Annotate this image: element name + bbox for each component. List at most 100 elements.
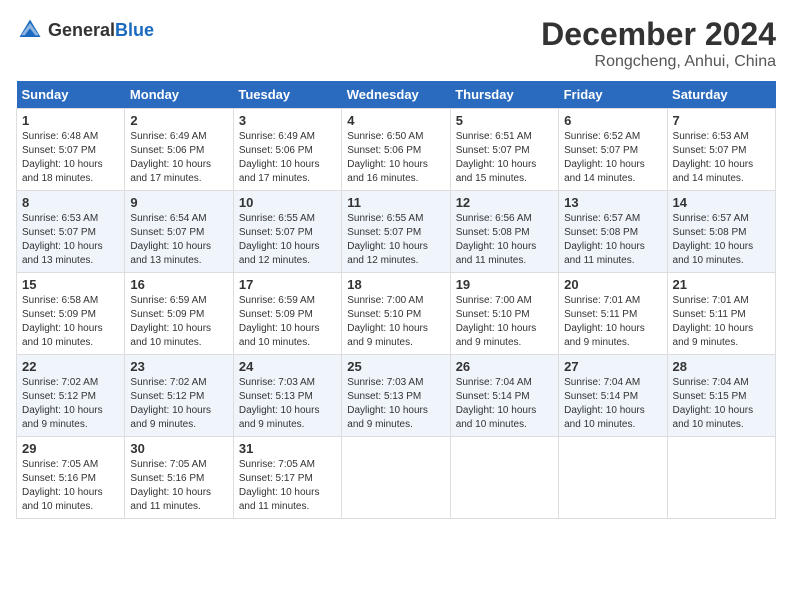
day-number: 13 [564,195,661,210]
calendar-cell: 8Sunrise: 6:53 AM Sunset: 5:07 PM Daylig… [17,191,125,273]
calendar-cell: 26 Sunrise: 7:04 AM Sunset: 5:14 PM Dayli… [450,355,558,437]
calendar-cell: 1 Sunrise: 6:48 AM Sunset: 5:07 PM Daylig… [17,109,125,191]
calendar-cell: 14 Sunrise: 6:57 AM Sunset: 5:08 PM Dayli… [667,191,775,273]
title-block: December 2024 Rongcheng, Anhui, China [541,16,776,71]
day-number: 26 [456,359,553,374]
cell-sun-info: Sunrise: 6:53 AM Sunset: 5:07 PM Dayligh… [673,130,770,186]
calendar-cell: 9 Sunrise: 6:54 AM Sunset: 5:07 PM Daylig… [125,191,233,273]
cell-sun-info: Sunrise: 6:51 AM Sunset: 5:07 PM Dayligh… [456,130,553,186]
day-number: 10 [239,195,336,210]
cell-sun-info: Sunrise: 7:00 AM Sunset: 5:10 PM Dayligh… [347,294,444,350]
day-number: 19 [456,277,553,292]
calendar-header-row: SundayMondayTuesdayWednesdayThursdayFrid… [17,81,776,109]
day-number: 9 [130,195,227,210]
logo-blue-text: Blue [115,20,154,40]
cell-sun-info: Sunrise: 6:52 AM Sunset: 5:07 PM Dayligh… [564,130,661,186]
day-number: 8 [22,195,119,210]
calendar-cell: 12 Sunrise: 6:56 AM Sunset: 5:08 PM Dayli… [450,191,558,273]
calendar-cell: 6 Sunrise: 6:52 AM Sunset: 5:07 PM Daylig… [559,109,667,191]
cell-sun-info: Sunrise: 6:49 AM Sunset: 5:06 PM Dayligh… [239,130,336,186]
day-number: 14 [673,195,770,210]
column-header-friday: Friday [559,81,667,109]
column-header-saturday: Saturday [667,81,775,109]
calendar-cell: 18 Sunrise: 7:00 AM Sunset: 5:10 PM Dayli… [342,273,450,355]
cell-sun-info: Sunrise: 6:55 AM Sunset: 5:07 PM Dayligh… [239,212,336,268]
cell-sun-info: Sunrise: 7:05 AM Sunset: 5:16 PM Dayligh… [130,458,227,514]
cell-sun-info: Sunrise: 7:02 AM Sunset: 5:12 PM Dayligh… [130,376,227,432]
calendar-cell: 13Sunrise: 6:57 AM Sunset: 5:08 PM Dayli… [559,191,667,273]
cell-sun-info: Sunrise: 6:59 AM Sunset: 5:09 PM Dayligh… [239,294,336,350]
day-number: 12 [456,195,553,210]
calendar-cell: 21Sunrise: 7:01 AM Sunset: 5:11 PM Dayli… [667,273,775,355]
calendar-cell: 28Sunrise: 7:04 AM Sunset: 5:15 PM Dayli… [667,355,775,437]
calendar-cell: 2 Sunrise: 6:49 AM Sunset: 5:06 PM Daylig… [125,109,233,191]
day-number: 5 [456,113,553,128]
calendar-cell: 7 Sunrise: 6:53 AM Sunset: 5:07 PM Daylig… [667,109,775,191]
calendar-cell [342,437,450,519]
cell-sun-info: Sunrise: 7:00 AM Sunset: 5:10 PM Dayligh… [456,294,553,350]
cell-sun-info: Sunrise: 6:59 AM Sunset: 5:09 PM Dayligh… [130,294,227,350]
calendar-week-row: 8Sunrise: 6:53 AM Sunset: 5:07 PM Daylig… [17,191,776,273]
cell-sun-info: Sunrise: 7:05 AM Sunset: 5:17 PM Dayligh… [239,458,336,514]
cell-sun-info: Sunrise: 7:03 AM Sunset: 5:13 PM Dayligh… [347,376,444,432]
calendar-week-row: 1 Sunrise: 6:48 AM Sunset: 5:07 PM Daylig… [17,109,776,191]
cell-sun-info: Sunrise: 7:03 AM Sunset: 5:13 PM Dayligh… [239,376,336,432]
logo-general-text: General [48,20,115,40]
cell-sun-info: Sunrise: 6:55 AM Sunset: 5:07 PM Dayligh… [347,212,444,268]
location: Rongcheng, Anhui, China [541,53,776,71]
cell-sun-info: Sunrise: 6:49 AM Sunset: 5:06 PM Dayligh… [130,130,227,186]
day-number: 30 [130,441,227,456]
calendar-cell: 22 Sunrise: 7:02 AM Sunset: 5:12 PM Dayli… [17,355,125,437]
day-number: 4 [347,113,444,128]
cell-sun-info: Sunrise: 6:57 AM Sunset: 5:08 PM Dayligh… [673,212,770,268]
column-header-tuesday: Tuesday [233,81,341,109]
day-number: 20 [564,277,661,292]
cell-sun-info: Sunrise: 7:01 AM Sunset: 5:11 PM Dayligh… [673,294,770,350]
day-number: 2 [130,113,227,128]
cell-sun-info: Sunrise: 6:58 AM Sunset: 5:09 PM Dayligh… [22,294,119,350]
page-header: GeneralBlue December 2024 Rongcheng, Anh… [16,16,776,71]
day-number: 24 [239,359,336,374]
logo-icon [16,16,44,44]
column-header-monday: Monday [125,81,233,109]
calendar-cell: 15 Sunrise: 6:58 AM Sunset: 5:09 PM Dayli… [17,273,125,355]
calendar-cell: 19 Sunrise: 7:00 AM Sunset: 5:10 PM Dayli… [450,273,558,355]
calendar-cell: 11 Sunrise: 6:55 AM Sunset: 5:07 PM Dayli… [342,191,450,273]
day-number: 23 [130,359,227,374]
calendar-cell: 17 Sunrise: 6:59 AM Sunset: 5:09 PM Dayli… [233,273,341,355]
cell-sun-info: Sunrise: 7:02 AM Sunset: 5:12 PM Dayligh… [22,376,119,432]
calendar-cell [559,437,667,519]
cell-sun-info: Sunrise: 6:48 AM Sunset: 5:07 PM Dayligh… [22,130,119,186]
calendar-table: SundayMondayTuesdayWednesdayThursdayFrid… [16,81,776,519]
column-header-sunday: Sunday [17,81,125,109]
calendar-cell: 4 Sunrise: 6:50 AM Sunset: 5:06 PM Daylig… [342,109,450,191]
day-number: 31 [239,441,336,456]
day-number: 29 [22,441,119,456]
day-number: 1 [22,113,119,128]
calendar-week-row: 29 Sunrise: 7:05 AM Sunset: 5:16 PM Dayli… [17,437,776,519]
calendar-week-row: 15 Sunrise: 6:58 AM Sunset: 5:09 PM Dayli… [17,273,776,355]
cell-sun-info: Sunrise: 7:04 AM Sunset: 5:14 PM Dayligh… [564,376,661,432]
day-number: 17 [239,277,336,292]
cell-sun-info: Sunrise: 6:50 AM Sunset: 5:06 PM Dayligh… [347,130,444,186]
cell-sun-info: Sunrise: 6:56 AM Sunset: 5:08 PM Dayligh… [456,212,553,268]
calendar-cell: 25Sunrise: 7:03 AM Sunset: 5:13 PM Dayli… [342,355,450,437]
column-header-thursday: Thursday [450,81,558,109]
day-number: 22 [22,359,119,374]
cell-sun-info: Sunrise: 6:54 AM Sunset: 5:07 PM Dayligh… [130,212,227,268]
calendar-cell: 31 Sunrise: 7:05 AM Sunset: 5:17 PM Dayli… [233,437,341,519]
day-number: 11 [347,195,444,210]
day-number: 16 [130,277,227,292]
calendar-cell: 23 Sunrise: 7:02 AM Sunset: 5:12 PM Dayli… [125,355,233,437]
day-number: 7 [673,113,770,128]
day-number: 15 [22,277,119,292]
calendar-cell: 27Sunrise: 7:04 AM Sunset: 5:14 PM Dayli… [559,355,667,437]
cell-sun-info: Sunrise: 7:05 AM Sunset: 5:16 PM Dayligh… [22,458,119,514]
day-number: 28 [673,359,770,374]
column-header-wednesday: Wednesday [342,81,450,109]
cell-sun-info: Sunrise: 7:04 AM Sunset: 5:14 PM Dayligh… [456,376,553,432]
calendar-cell: 20Sunrise: 7:01 AM Sunset: 5:11 PM Dayli… [559,273,667,355]
day-number: 18 [347,277,444,292]
day-number: 6 [564,113,661,128]
calendar-cell: 24 Sunrise: 7:03 AM Sunset: 5:13 PM Dayli… [233,355,341,437]
